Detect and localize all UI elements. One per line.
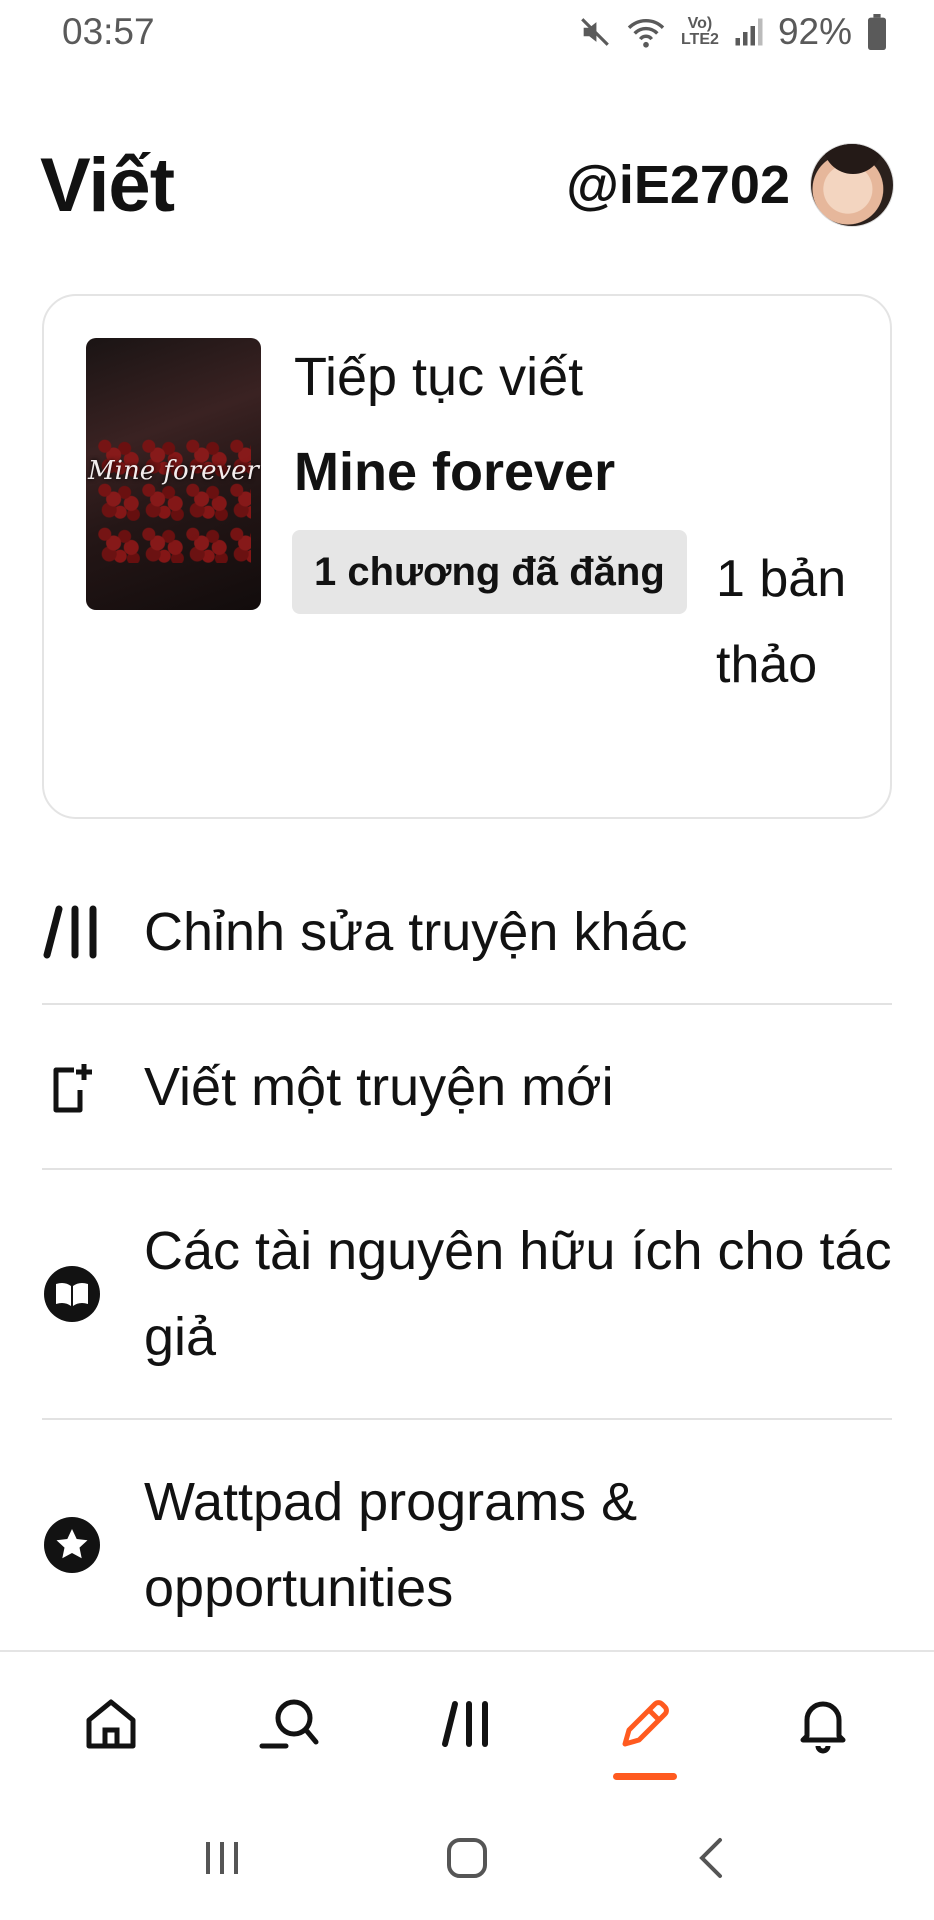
story-title[interactable]: Mine forever (294, 441, 615, 503)
book-icon (42, 1264, 102, 1324)
continue-writing-label: Tiếp tục viết (294, 347, 584, 407)
nav-home[interactable] (51, 1666, 171, 1786)
active-tab-indicator (613, 1773, 677, 1780)
new-story-icon (42, 1057, 102, 1117)
write-screen: 03:57 Vo) LTE2 92% Viết @iE2702 Mine for… (0, 0, 934, 1920)
library-icon (441, 1698, 493, 1755)
back-icon (692, 1834, 732, 1887)
star-icon (42, 1515, 102, 1575)
home-icon (81, 1694, 141, 1759)
mute-icon (578, 15, 612, 49)
wattpad-programs-item[interactable]: Wattpad programs & opportunities (42, 1420, 892, 1670)
nav-write[interactable] (585, 1666, 705, 1786)
library-slash-icon (42, 902, 102, 962)
search-icon (256, 1694, 322, 1759)
header: Viết @iE2702 (40, 135, 894, 235)
edit-other-story-item[interactable]: Chỉnh sửa truyện khác (42, 860, 892, 1005)
menu-item-label: Viết một truyện mới (144, 1056, 614, 1117)
lte-icon: Vo) LTE2 (680, 15, 719, 48)
menu-item-label: Chỉnh sửa truyện khác (144, 901, 688, 962)
battery-icon (866, 14, 888, 50)
home-circle-icon (443, 1834, 491, 1887)
system-nav (0, 1800, 934, 1920)
avatar[interactable] (810, 143, 894, 227)
user-profile[interactable]: @iE2702 (566, 143, 894, 227)
recent-apps-button[interactable] (177, 1815, 267, 1905)
writer-menu: Chỉnh sửa truyện khác Viết một truyện mớ… (42, 860, 892, 1670)
cover-title: Mine forever (88, 456, 259, 486)
drafts-count: 1 bản thảo (716, 550, 847, 694)
continue-writing-card[interactable]: Mine forever Tiếp tục viết Mine forever … (42, 294, 892, 819)
menu-item-label: Các tài nguyên hữu ích cho tác giả (144, 1221, 892, 1367)
back-button[interactable] (667, 1815, 757, 1905)
cover-art (96, 433, 251, 563)
nav-library[interactable] (407, 1666, 527, 1786)
nav-search[interactable] (229, 1666, 349, 1786)
write-icon (615, 1694, 675, 1759)
recent-apps-icon (200, 1836, 244, 1885)
writer-resources-item[interactable]: Các tài nguyên hữu ích cho tác giả (42, 1170, 892, 1420)
wifi-icon (626, 15, 666, 49)
signal-icon (734, 17, 764, 47)
nav-notifications[interactable] (763, 1666, 883, 1786)
bottom-nav (0, 1650, 934, 1800)
new-story-item[interactable]: Viết một truyện mới (42, 1005, 892, 1170)
status-icons: Vo) LTE2 92% (578, 11, 888, 53)
page-title: Viết (40, 142, 175, 228)
story-cover[interactable]: Mine forever (86, 338, 261, 610)
username[interactable]: @iE2702 (566, 154, 790, 216)
menu-item-label: Wattpad programs & opportunities (144, 1472, 638, 1618)
notifications-icon (793, 1694, 853, 1759)
home-button[interactable] (422, 1815, 512, 1905)
published-chapters-badge: 1 chương đã đăng (292, 530, 687, 614)
battery-percent: 92% (777, 11, 852, 52)
status-time: 03:57 (62, 11, 155, 52)
status-bar: 03:57 Vo) LTE2 92% (0, 0, 934, 64)
